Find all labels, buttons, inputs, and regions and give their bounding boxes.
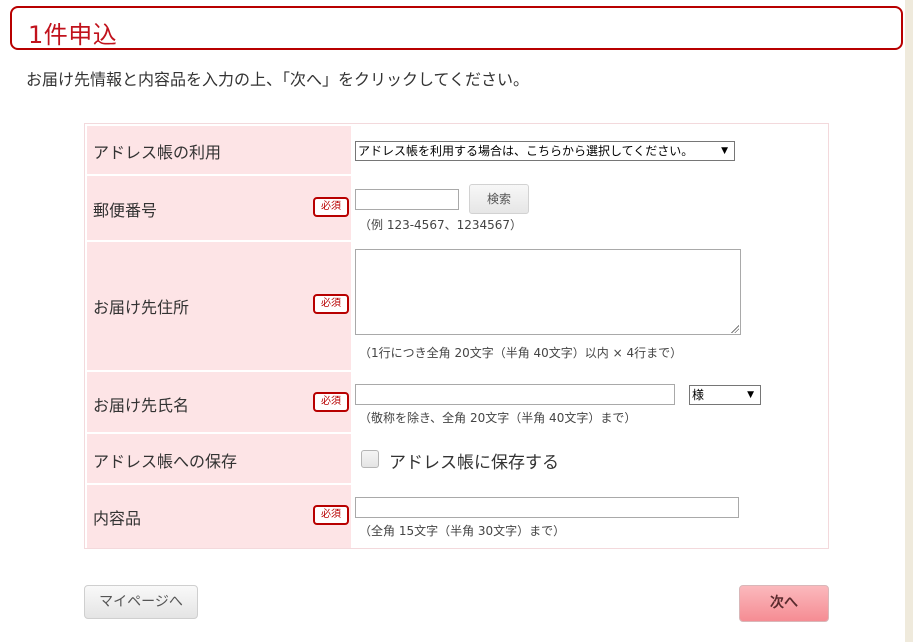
label-cell: アドレス帳への保存 [87,434,351,483]
contents-label: 内容品 [93,509,142,528]
required-badge: 必須 [313,392,349,412]
honorific-select[interactable]: 様 ▼ [689,385,761,405]
row-postal-code: 郵便番号 必須 検索 （例 123-4567、1234567） [85,176,828,240]
chevron-down-icon: ▼ [747,390,754,400]
contents-input[interactable] [355,497,739,518]
save-address-checkbox[interactable] [361,450,379,468]
chevron-down-icon: ▼ [721,146,728,156]
page-edge [905,0,913,642]
address-label: お届け先住所 [93,298,190,317]
row-name: お届け先氏名 必須 様 ▼ （敬称を除き、全角 20文字（半角 40文字）まで） [85,372,828,432]
address-book-select-value: アドレス帳を利用する場合は、こちらから選択してください。 [358,144,694,158]
address-textarea[interactable] [355,249,741,335]
required-badge: 必須 [313,294,349,314]
postal-code-cell: 検索 （例 123-4567、1234567） [355,176,828,240]
name-label: お届け先氏名 [93,396,190,415]
save-address-label: アドレス帳への保存 [93,452,238,471]
mypage-button[interactable]: マイページへ [84,585,198,619]
save-address-checkbox-label[interactable]: アドレス帳に保存する [389,448,559,473]
contents-hint: （全角 15文字（半角 30文字）まで） [359,524,566,538]
name-hint: （敬称を除き、全角 20文字（半角 40文字）まで） [359,411,637,425]
row-contents: 内容品 必須 （全角 15文字（半角 30文字）まで） [85,485,828,548]
save-address-cell: アドレス帳に保存する [355,434,828,483]
page-container: 1件申込 お届け先情報と内容品を入力の上、「次へ」をクリックしてください。 アド… [0,0,905,642]
resize-grip-icon[interactable] [731,325,739,333]
required-badge: 必須 [313,505,349,525]
label-cell: アドレス帳の利用 [87,126,351,174]
name-input[interactable] [355,384,675,405]
postal-code-input[interactable] [355,189,459,210]
postal-code-label: 郵便番号 [93,201,158,220]
postal-search-button[interactable]: 検索 [469,184,529,214]
page-title: 1件申込 [28,21,118,49]
address-hint: （1行につき全角 20文字（半角 40文字）以内 × 4行まで） [359,346,683,360]
label-cell: 内容品 必須 [87,485,351,548]
contents-cell: （全角 15文字（半角 30文字）まで） [355,485,828,548]
honorific-select-value: 様 [692,388,705,402]
name-cell: 様 ▼ （敬称を除き、全角 20文字（半角 40文字）まで） [355,372,828,432]
label-cell: お届け先氏名 必須 [87,372,351,432]
label-cell: お届け先住所 必須 [87,242,351,370]
address-book-cell: アドレス帳を利用する場合は、こちらから選択してください。 ▼ [355,126,828,174]
postal-code-hint: （例 123-4567、1234567） [359,218,523,232]
address-cell: （1行につき全角 20文字（半角 40文字）以内 × 4行まで） [355,242,828,370]
row-address-book: アドレス帳の利用 アドレス帳を利用する場合は、こちらから選択してください。 ▼ [85,126,828,174]
address-book-select[interactable]: アドレス帳を利用する場合は、こちらから選択してください。 ▼ [355,141,735,161]
row-address: お届け先住所 必須 （1行につき全角 20文字（半角 40文字）以内 × 4行ま… [85,242,828,370]
delivery-form: アドレス帳の利用 アドレス帳を利用する場合は、こちらから選択してください。 ▼ … [84,123,829,549]
row-save-address: アドレス帳への保存 アドレス帳に保存する [85,434,828,483]
address-book-label: アドレス帳の利用 [93,143,222,162]
page-title-box: 1件申込 [10,6,903,50]
required-badge: 必須 [313,197,349,217]
label-cell: 郵便番号 必須 [87,176,351,240]
next-button[interactable]: 次へ [739,585,829,622]
instruction-text: お届け先情報と内容品を入力の上、「次へ」をクリックしてください。 [26,70,530,89]
